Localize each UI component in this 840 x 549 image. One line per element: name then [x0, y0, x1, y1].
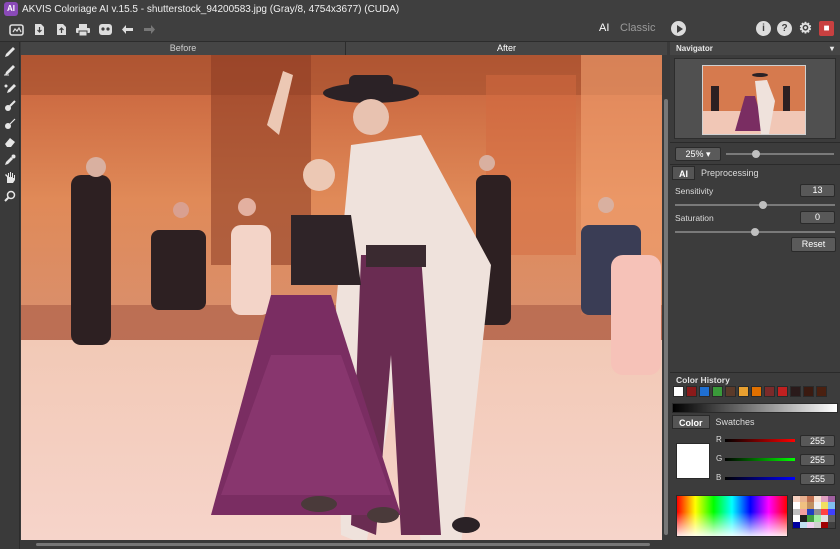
- horizontal-scrollbar[interactable]: [21, 540, 667, 549]
- before-after-tabs: Before After: [21, 42, 667, 55]
- tab-preprocessing[interactable]: Preprocessing: [695, 166, 765, 180]
- mode-classic-tab[interactable]: Classic: [620, 22, 655, 34]
- r-label: R: [716, 435, 722, 444]
- divider: [670, 164, 840, 165]
- tools-sidebar: [0, 42, 20, 549]
- window-title: AKVIS Coloriage AI v.15.5 - shutterstock…: [22, 3, 400, 15]
- color-history-swatches: [673, 386, 827, 397]
- save-icon[interactable]: [30, 21, 48, 39]
- swatch-cell[interactable]: [821, 521, 828, 528]
- image-canvas[interactable]: [21, 55, 662, 540]
- g-slider[interactable]: [725, 458, 795, 461]
- swatch-cell[interactable]: [828, 521, 835, 528]
- saturation-slider[interactable]: [675, 228, 835, 236]
- mode-ai-tab[interactable]: AI: [599, 22, 609, 34]
- saturation-slider-knob[interactable]: [751, 228, 759, 236]
- sensitivity-slider-knob[interactable]: [759, 201, 767, 209]
- play-icon: [676, 24, 683, 33]
- navigator-preview[interactable]: [674, 58, 836, 139]
- r-slider[interactable]: [725, 439, 795, 442]
- run-button[interactable]: [671, 21, 686, 36]
- navigator-view-frame[interactable]: [702, 65, 806, 135]
- color-history-swatch[interactable]: [699, 386, 710, 397]
- app-logo-icon: AI: [4, 2, 18, 16]
- color-tabs: Color Swatches: [672, 415, 761, 429]
- hand-tool-icon[interactable]: [1, 169, 19, 186]
- redo-icon[interactable]: [140, 21, 158, 39]
- zoom-tool-icon[interactable]: [1, 187, 19, 204]
- swatch-cell[interactable]: [814, 521, 821, 528]
- brush-tool-icon[interactable]: [1, 115, 19, 132]
- color-history-swatch[interactable]: [673, 386, 684, 397]
- sensitivity-field[interactable]: 13: [800, 184, 835, 197]
- tab-before[interactable]: Before: [21, 42, 346, 55]
- swatch-cell[interactable]: [800, 521, 807, 528]
- chalk-tool-icon[interactable]: [1, 97, 19, 114]
- b-slider[interactable]: [725, 477, 795, 480]
- swatch-cell[interactable]: [807, 521, 814, 528]
- settings-gear-icon[interactable]: ⚙: [798, 21, 813, 36]
- reset-button[interactable]: Reset: [791, 237, 836, 252]
- color-history-swatch[interactable]: [790, 386, 801, 397]
- zoom-select[interactable]: 25% ▾: [675, 147, 721, 161]
- tab-swatches[interactable]: Swatches: [710, 415, 761, 429]
- share-icon[interactable]: [96, 21, 114, 39]
- gray-gradient-bar[interactable]: [672, 403, 838, 413]
- navigator-menu-icon[interactable]: ▾: [830, 44, 834, 53]
- sensitivity-slider[interactable]: [675, 201, 835, 209]
- zoom-slider[interactable]: [726, 150, 834, 158]
- eyedropper-tool-icon[interactable]: [1, 151, 19, 168]
- help-icon[interactable]: ?: [777, 21, 792, 36]
- zoom-slider-knob[interactable]: [752, 150, 760, 158]
- color-history-swatch[interactable]: [803, 386, 814, 397]
- swatch-grid[interactable]: [792, 495, 836, 529]
- main-toolbar: AI Classic i ? ⚙ ■: [0, 18, 840, 42]
- color-history-swatch[interactable]: [738, 386, 749, 397]
- print-icon[interactable]: [74, 21, 92, 39]
- b-field[interactable]: 255: [800, 473, 835, 485]
- tab-ai[interactable]: AI: [672, 166, 695, 180]
- r-field[interactable]: 255: [800, 435, 835, 447]
- vertical-scrollbar[interactable]: [663, 55, 669, 540]
- color-history-swatch[interactable]: [725, 386, 736, 397]
- divider: [670, 372, 840, 373]
- color-spectrum-picker[interactable]: [676, 495, 788, 537]
- color-history-swatch[interactable]: [777, 386, 788, 397]
- eraser-tool-icon[interactable]: [1, 133, 19, 150]
- tab-color[interactable]: Color: [672, 415, 710, 429]
- current-color-swatch[interactable]: [676, 443, 710, 479]
- divider: [670, 142, 840, 143]
- info-icon[interactable]: i: [756, 21, 771, 36]
- title-bar: AI AKVIS Coloriage AI v.15.5 - shutterst…: [0, 0, 840, 18]
- magic-pencil-tool-icon[interactable]: [1, 79, 19, 96]
- undo-icon[interactable]: [118, 21, 136, 39]
- navigator-header: Navigator ▾: [670, 42, 840, 55]
- color-history-label: Color History: [676, 375, 730, 385]
- saturation-label: Saturation: [675, 213, 714, 223]
- color-history-swatch[interactable]: [751, 386, 762, 397]
- tab-after[interactable]: After: [346, 42, 667, 55]
- color-history-swatch[interactable]: [764, 386, 775, 397]
- swatch-cell[interactable]: [793, 521, 800, 528]
- sensitivity-label: Sensitivity: [675, 186, 714, 196]
- navigator-title: Navigator: [676, 44, 713, 53]
- open-icon[interactable]: [6, 21, 26, 39]
- settings-panel: Navigator ▾ 25% ▾ AI Preprocessing Sensi…: [670, 42, 840, 549]
- pencil-tool-icon[interactable]: [1, 43, 19, 60]
- tutorial-book-icon[interactable]: ■: [819, 21, 834, 36]
- color-history-swatch[interactable]: [816, 386, 827, 397]
- g-field[interactable]: 255: [800, 454, 835, 466]
- color-history-swatch[interactable]: [712, 386, 723, 397]
- settings-tabs: AI Preprocessing: [672, 166, 765, 180]
- saturation-field[interactable]: 0: [800, 211, 835, 224]
- colorized-photo: [21, 55, 662, 540]
- b-label: B: [716, 473, 722, 482]
- g-label: G: [716, 454, 723, 463]
- export-icon[interactable]: [52, 21, 70, 39]
- line-pencil-tool-icon[interactable]: [1, 61, 19, 78]
- color-history-swatch[interactable]: [686, 386, 697, 397]
